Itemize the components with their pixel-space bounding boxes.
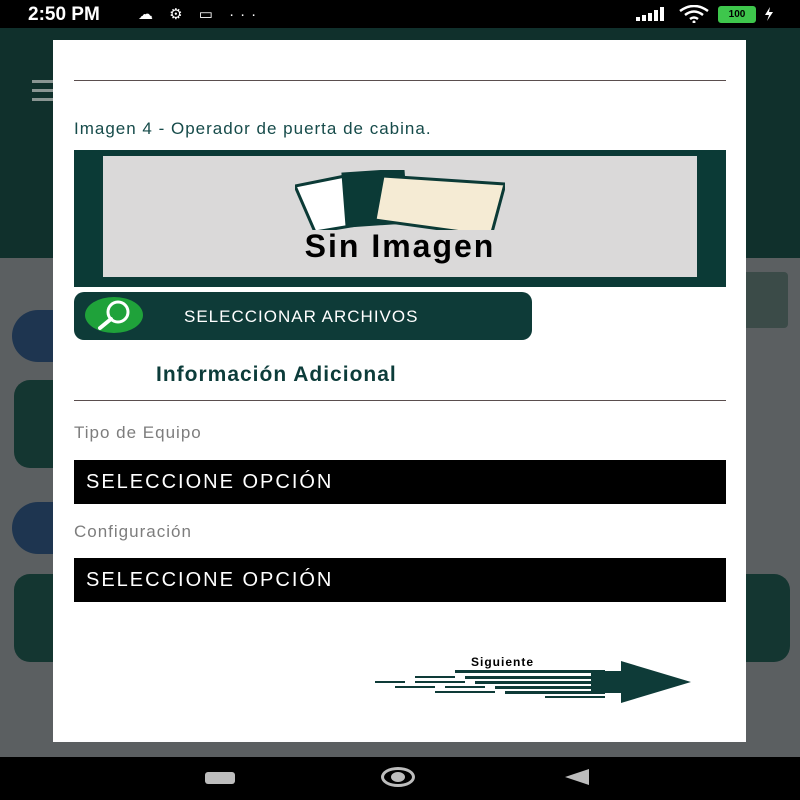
- equipment-type-label: Tipo de Equipo: [74, 423, 202, 442]
- section-divider: [74, 400, 726, 401]
- charging-icon: [765, 7, 773, 21]
- no-image-text: Sin Imagen: [304, 228, 496, 264]
- status-right-icons: 100: [636, 5, 774, 23]
- select-files-button[interactable]: SELECCIONAR ARCHIVOS: [74, 292, 532, 340]
- arrow-right-icon: [375, 661, 691, 703]
- status-bar: 2:50 PM ☁ ⚙ ▭ ··· 100: [0, 0, 800, 28]
- select-files-label: SELECCIONAR ARCHIVOS: [184, 307, 419, 326]
- equipment-type-select[interactable]: SELECCIONE OPCIÓN: [74, 460, 726, 504]
- back-icon[interactable]: [565, 769, 589, 785]
- status-time: 2:50 PM: [28, 4, 100, 25]
- wifi-icon: [679, 5, 709, 23]
- configuration-select[interactable]: SELECCIONE OPCIÓN: [74, 558, 726, 602]
- configuration-label: Configuración: [74, 522, 192, 541]
- image-preview: Sin Imagen: [74, 150, 726, 287]
- top-divider: [74, 80, 726, 81]
- status-left-icons: ☁ ⚙ ▭ ···: [138, 6, 263, 23]
- image-upload-dialog: Imagen 4 - Operador de puerta de cabina.…: [53, 40, 746, 742]
- configuration-value: SELECCIONE OPCIÓN: [86, 569, 334, 591]
- image-caption: Imagen 4 - Operador de puerta de cabina.: [74, 119, 432, 138]
- search-icon: [98, 300, 130, 330]
- image-placeholder: Sin Imagen: [103, 156, 697, 277]
- home-icon[interactable]: [381, 767, 415, 787]
- search-icon-bg: [85, 297, 143, 333]
- next-button[interactable]: Siguiente: [375, 655, 695, 705]
- photos-icon: [295, 170, 505, 230]
- recent-apps-icon[interactable]: [205, 772, 235, 784]
- battery-icon: 100: [718, 5, 756, 23]
- section-title: Información Adicional: [156, 363, 397, 386]
- signal-icon: [636, 7, 664, 21]
- equipment-type-value: SELECCIONE OPCIÓN: [86, 471, 334, 493]
